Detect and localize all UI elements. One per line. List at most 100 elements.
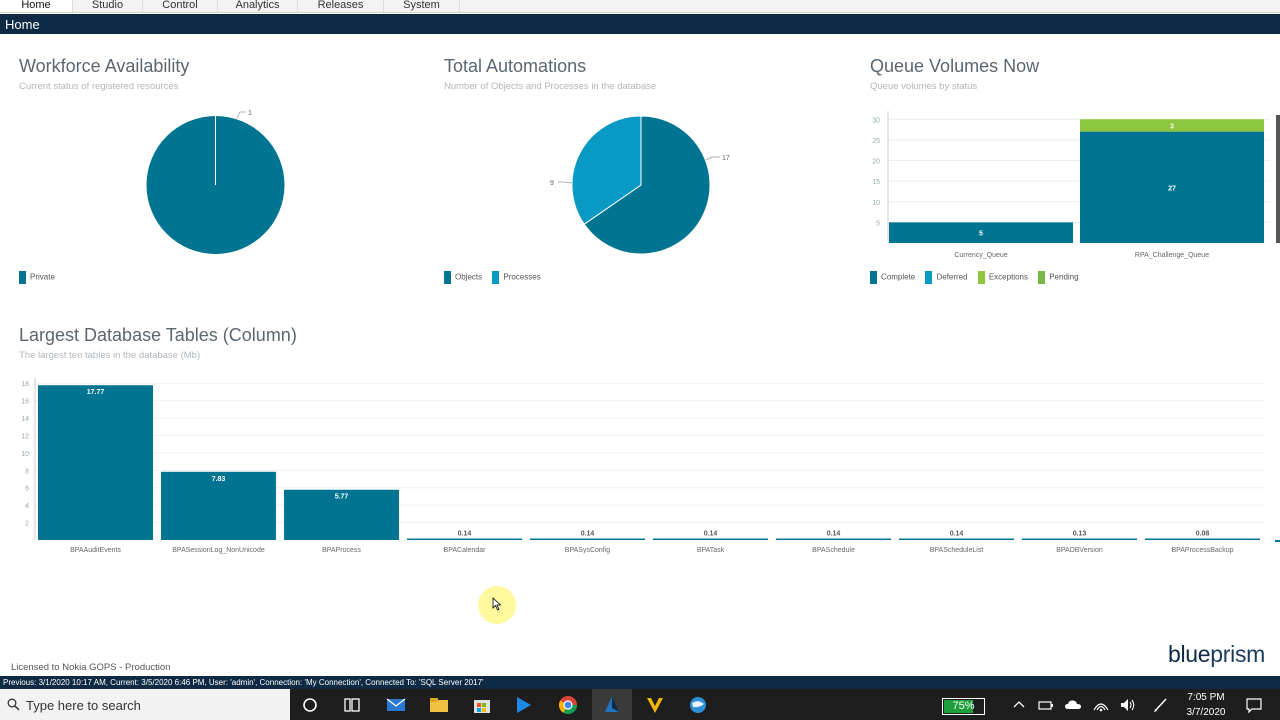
legend-swatch xyxy=(444,271,451,284)
automations-data-label-objects: 17 xyxy=(722,155,730,162)
mail-icon[interactable] xyxy=(385,694,407,716)
store-icon[interactable] xyxy=(471,694,493,716)
tables-bar-value-label: 0.08 xyxy=(1196,531,1210,538)
legend-label: Processes xyxy=(503,272,541,282)
queue-bar-value-label: 3 xyxy=(1170,123,1174,130)
tables-x-tick-label: BPASessionLog_NonUnicode xyxy=(172,547,265,554)
legend-label: Objects xyxy=(455,272,483,282)
logo-prism: prism xyxy=(1210,641,1266,667)
tables-bar-value-label: 0.13 xyxy=(1073,531,1087,538)
tables-x-tick-label: BPAProcess xyxy=(322,547,361,554)
legend-item-private[interactable]: Private xyxy=(19,271,55,284)
automations-pie-chart: 17 9 xyxy=(550,115,730,255)
clock-date[interactable]: 3/7/2020 xyxy=(1180,707,1232,718)
volume-icon[interactable] xyxy=(1117,694,1139,716)
tables-bar-value-label: 17.77 xyxy=(87,389,105,396)
tables-title: Largest Database Tables (Column) xyxy=(19,325,297,345)
legend-swatch xyxy=(925,271,933,284)
mouse-pointer-icon xyxy=(492,597,502,611)
cloud-icon[interactable] xyxy=(1062,694,1084,716)
wifi-icon[interactable] xyxy=(1090,694,1112,716)
legend-item-deferred[interactable]: Deferred xyxy=(925,271,968,284)
legend-swatch xyxy=(19,271,26,284)
legend-label: Complete xyxy=(881,272,916,282)
workforce-title: Workforce Availability xyxy=(19,56,190,76)
tab-control[interactable]: Control xyxy=(143,0,218,12)
play-icon[interactable] xyxy=(512,694,534,716)
status-bar: Previous: 3/1/2020 10:17 AM, Current: 3/… xyxy=(0,676,1280,689)
taskbar-search-box[interactable]: Type here to search xyxy=(0,689,290,720)
search-icon xyxy=(7,698,20,711)
tables-bar xyxy=(653,538,768,540)
legend-item-exceptions[interactable]: Exceptions xyxy=(977,271,1028,284)
legend-swatch xyxy=(977,271,985,284)
queue-y-tick-label: 30 xyxy=(872,117,880,124)
tab-analytics[interactable]: Analytics xyxy=(218,0,298,12)
tables-y-tick-label: 4 xyxy=(25,503,29,510)
search-placeholder: Type here to search xyxy=(26,698,141,713)
queues-bar-chart: 5 10 15 20 25 30 5 Currency_Queue 27 3 RPA_Challen… xyxy=(872,111,1280,259)
workforce-label-leader xyxy=(235,111,246,121)
clock-time[interactable]: 7:05 PM xyxy=(1180,692,1232,703)
tables-bar xyxy=(1022,538,1137,540)
legend-item-pending[interactable]: Pending xyxy=(1038,271,1079,284)
queue-y-tick-label: 10 xyxy=(872,200,880,207)
tab-releases[interactable]: Releases xyxy=(298,0,384,12)
browser-globe-icon[interactable] xyxy=(687,694,709,716)
top-tab-bar: Home Studio Control Analytics Releases S… xyxy=(0,0,1280,13)
tables-bar xyxy=(1145,538,1260,540)
chevron-up-icon[interactable] xyxy=(1008,694,1030,716)
automations-title: Total Automations xyxy=(444,56,587,76)
tables-x-tick-label: BPASysConfig xyxy=(565,547,610,554)
tables-bar-value-label: 0.14 xyxy=(458,531,472,538)
legend-item-objects[interactable]: Objects xyxy=(444,271,482,284)
tables-y-tick-label: 12 xyxy=(21,433,29,440)
tables-bar xyxy=(899,538,1014,540)
tables-bar xyxy=(38,385,153,540)
legend-label: Pending xyxy=(1049,272,1079,282)
legend-item-processes[interactable]: Processes xyxy=(492,271,541,284)
tables-x-tick-label: BPADBVersion xyxy=(1056,547,1103,554)
blueprism-logo: blueprism xyxy=(1168,641,1265,668)
legend-swatch xyxy=(870,271,877,284)
queue-y-tick-label: 15 xyxy=(872,179,880,186)
legend-swatch xyxy=(492,271,500,284)
tables-y-tick-label: 8 xyxy=(25,468,29,475)
page-header: Home xyxy=(0,14,1280,34)
tab-home[interactable]: Home xyxy=(0,0,73,12)
queue-x-tick-label: RPA_Challenge_Queue xyxy=(1135,252,1209,259)
legend-label: Deferred xyxy=(936,272,968,282)
tables-y-tick-label: 18 xyxy=(21,381,29,388)
queue-bar-value-label: 27 xyxy=(1168,185,1176,192)
tables-y-tick-label: 6 xyxy=(25,486,29,493)
battery-tray-icon[interactable] xyxy=(1035,694,1057,716)
cortana-icon[interactable] xyxy=(299,694,321,716)
queue-chart-edge xyxy=(1276,115,1280,243)
file-explorer-icon[interactable] xyxy=(428,694,450,716)
tables-x-tick-label: BPASchedule xyxy=(812,547,855,554)
battery-indicator[interactable]: 75% xyxy=(942,698,985,715)
task-view-icon[interactable] xyxy=(341,694,363,716)
legend-swatch xyxy=(1038,271,1046,284)
tables-x-tick-label: BPAProcessBackup xyxy=(1171,547,1233,554)
pen-icon[interactable] xyxy=(1150,694,1172,716)
tables-x-tick-label: BPATask xyxy=(697,547,725,554)
workforce-data-label: 1 xyxy=(248,110,252,117)
queues-title: Queue Volumes Now xyxy=(870,56,1040,76)
tables-bar-value-label: 0.14 xyxy=(704,531,718,538)
tables-x-tick-label: BPAAuditEvents xyxy=(70,547,121,554)
queue-y-tick-label: 20 xyxy=(872,159,880,166)
tab-studio[interactable]: Studio xyxy=(73,0,143,12)
notifications-icon[interactable] xyxy=(1243,694,1265,716)
chrome-icon[interactable] xyxy=(557,694,579,716)
blueprism-app-icon[interactable] xyxy=(601,694,623,716)
tables-bar xyxy=(776,538,891,540)
tables-y-tick-label: 2 xyxy=(25,521,29,528)
vectr-icon[interactable] xyxy=(644,694,666,716)
tab-system[interactable]: System xyxy=(384,0,460,12)
queues-subtitle: Queue volumes by status xyxy=(870,81,978,92)
tables-x-tick-label: BPAScheduleList xyxy=(930,547,984,554)
legend-item-complete[interactable]: Complete xyxy=(870,271,915,284)
tables-bar-value-label: 5.77 xyxy=(335,494,349,501)
battery-percent: 75% xyxy=(952,700,975,712)
